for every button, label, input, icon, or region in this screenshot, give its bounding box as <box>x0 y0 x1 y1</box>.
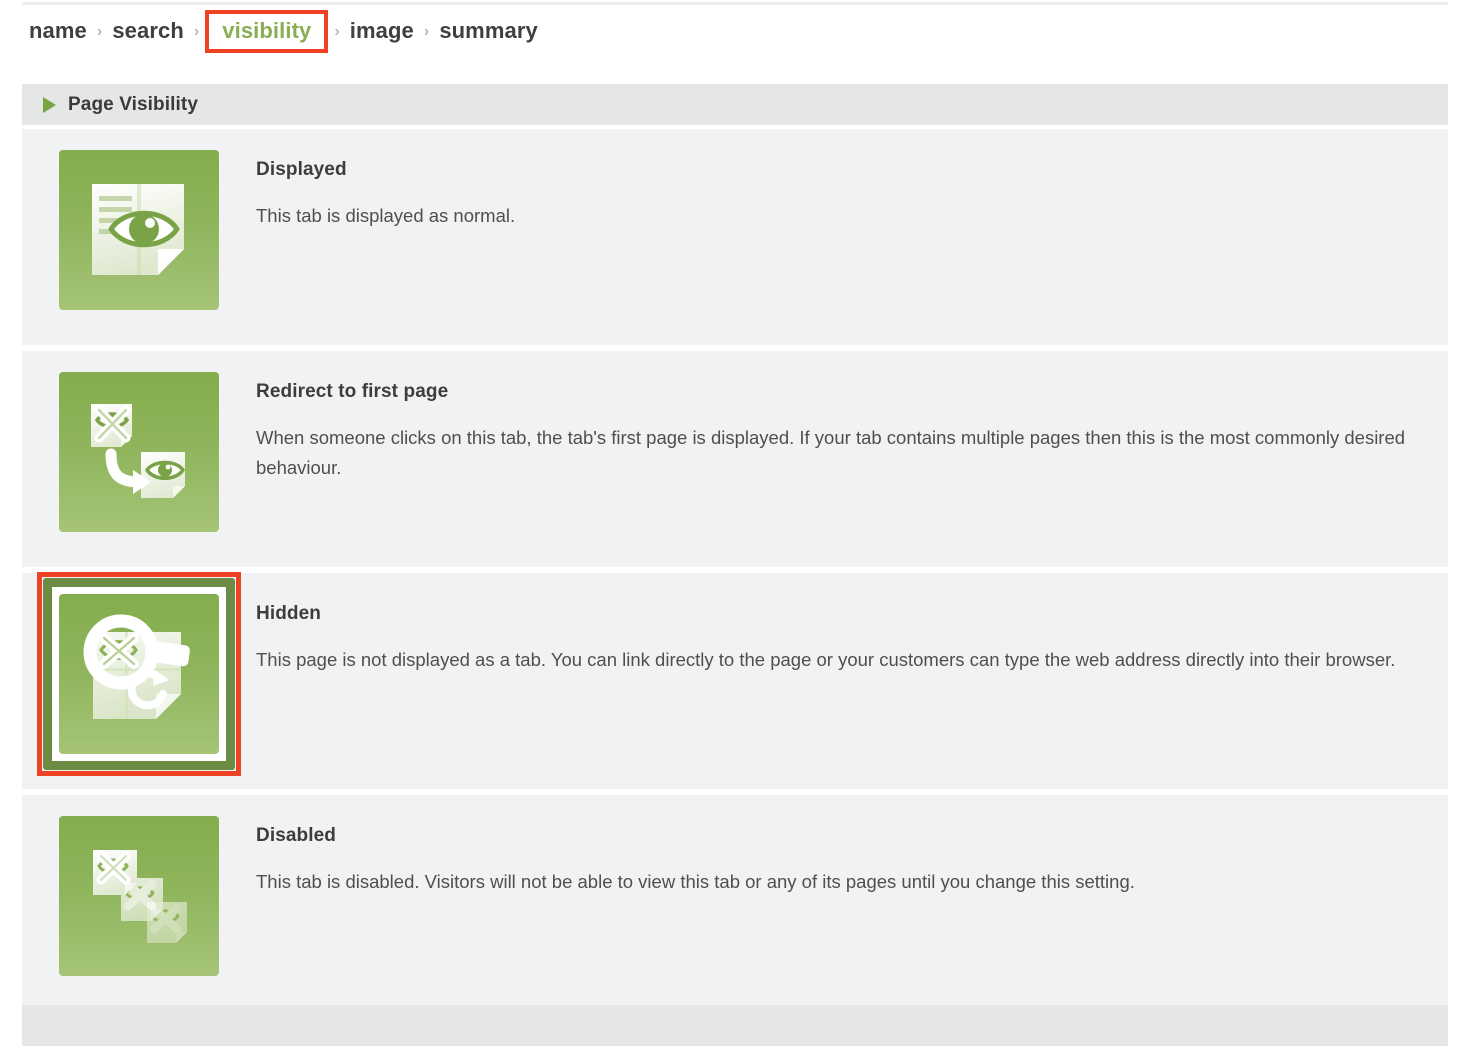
option-description: This tab is disabled. Visitors will not … <box>256 871 1135 892</box>
option-tile-redirect[interactable] <box>59 372 219 532</box>
breadcrumb-item-summary[interactable]: summary <box>438 18 539 44</box>
next-section-header[interactable] <box>22 1005 1448 1046</box>
breadcrumb-separator: › <box>193 23 200 40</box>
section-header-page-visibility[interactable]: Page Visibility <box>22 84 1448 125</box>
option-row-redirect[interactable]: Redirect to first page When someone clic… <box>22 351 1448 567</box>
breadcrumb-separator: › <box>334 23 340 40</box>
option-text-cell: Disabled This tab is disabled. Visitors … <box>256 795 1448 897</box>
breadcrumb-separator: › <box>96 23 103 40</box>
option-text-cell: Displayed This tab is displayed as norma… <box>256 129 1448 231</box>
option-icon-cell <box>22 351 256 532</box>
option-description: This page is not displayed as a tab. You… <box>256 649 1396 670</box>
option-description: When someone clicks on this tab, the tab… <box>256 427 1406 478</box>
option-row-displayed[interactable]: Displayed This tab is displayed as norma… <box>22 129 1448 345</box>
page-visibility-screen: name › search › visibility › image › sum… <box>0 0 1470 1046</box>
visibility-option-list: Displayed This tab is displayed as norma… <box>22 129 1448 1017</box>
breadcrumb-item-visibility: visibility <box>222 17 312 43</box>
option-tile-hidden[interactable] <box>37 572 241 776</box>
breadcrumb-item-visibility-highlight[interactable]: visibility <box>205 9 329 53</box>
option-icon-cell <box>22 129 256 310</box>
option-text-cell: Redirect to first page When someone clic… <box>256 351 1448 483</box>
section-title: Page Visibility <box>68 93 198 115</box>
option-text-cell: Hidden This page is not displayed as a t… <box>256 573 1448 675</box>
triangle-right-icon <box>43 96 56 113</box>
option-tile-displayed[interactable] <box>59 150 219 310</box>
option-title: Disabled <box>256 825 336 846</box>
option-description: This tab is displayed as normal. <box>256 205 516 226</box>
pages-disabled-stack-icon <box>59 816 219 976</box>
option-title: Redirect to first page <box>256 381 449 402</box>
page-visible-eye-icon <box>59 150 219 310</box>
option-row-disabled[interactable]: Disabled This tab is disabled. Visitors … <box>22 795 1448 1011</box>
page-redirect-arrow-icon <box>59 372 219 532</box>
breadcrumb-separator: › <box>423 23 430 40</box>
option-row-hidden[interactable]: Hidden This page is not displayed as a t… <box>22 572 1448 789</box>
page-hidden-magnifier-icon <box>59 594 219 754</box>
top-divider <box>22 2 1448 5</box>
option-icon-cell <box>22 572 256 776</box>
option-title: Hidden <box>256 603 321 624</box>
breadcrumb-item-search[interactable]: search <box>111 18 185 44</box>
breadcrumb: name › search › visibility › image › sum… <box>28 9 539 53</box>
option-tile-disabled[interactable] <box>59 816 219 976</box>
breadcrumb-item-image[interactable]: image <box>349 18 415 44</box>
option-icon-cell <box>22 795 256 976</box>
breadcrumb-item-name[interactable]: name <box>28 18 88 44</box>
option-title: Displayed <box>256 159 347 180</box>
